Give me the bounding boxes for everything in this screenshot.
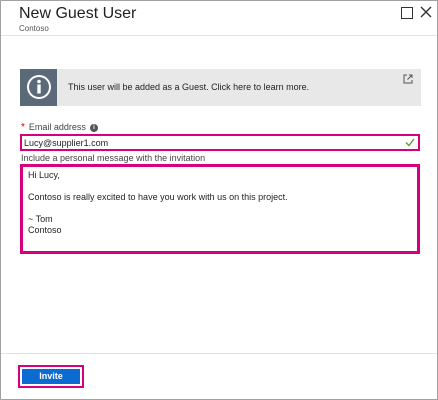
info-small-icon[interactable]: i bbox=[89, 123, 98, 132]
maximize-icon[interactable] bbox=[399, 5, 413, 19]
email-field-container bbox=[20, 134, 420, 151]
new-guest-user-blade: New Guest User Contoso This user will be… bbox=[0, 0, 438, 400]
info-icon bbox=[20, 69, 57, 106]
guest-info-banner[interactable]: This user will be added as a Guest. Clic… bbox=[20, 69, 421, 106]
close-icon[interactable] bbox=[419, 5, 433, 19]
footer-divider bbox=[1, 353, 437, 354]
external-link-icon bbox=[403, 74, 413, 84]
required-marker: * bbox=[21, 122, 25, 133]
email-label: * Email address i bbox=[21, 122, 98, 133]
email-field[interactable] bbox=[24, 136, 394, 149]
message-field[interactable]: Hi Lucy, Contoso is really excited to ha… bbox=[20, 164, 420, 254]
page-subtitle: Contoso bbox=[19, 24, 49, 33]
page-title: New Guest User bbox=[19, 5, 137, 22]
invite-button[interactable]: Invite bbox=[22, 369, 80, 384]
header-divider bbox=[1, 35, 437, 36]
message-label: Include a personal message with the invi… bbox=[21, 153, 206, 163]
checkmark-icon bbox=[405, 138, 415, 147]
email-label-text: Email address bbox=[28, 122, 86, 132]
info-banner-text: This user will be added as a Guest. Clic… bbox=[68, 82, 310, 92]
invite-button-highlight: Invite bbox=[18, 365, 84, 388]
message-text[interactable]: Hi Lucy, Contoso is really excited to ha… bbox=[28, 170, 288, 236]
